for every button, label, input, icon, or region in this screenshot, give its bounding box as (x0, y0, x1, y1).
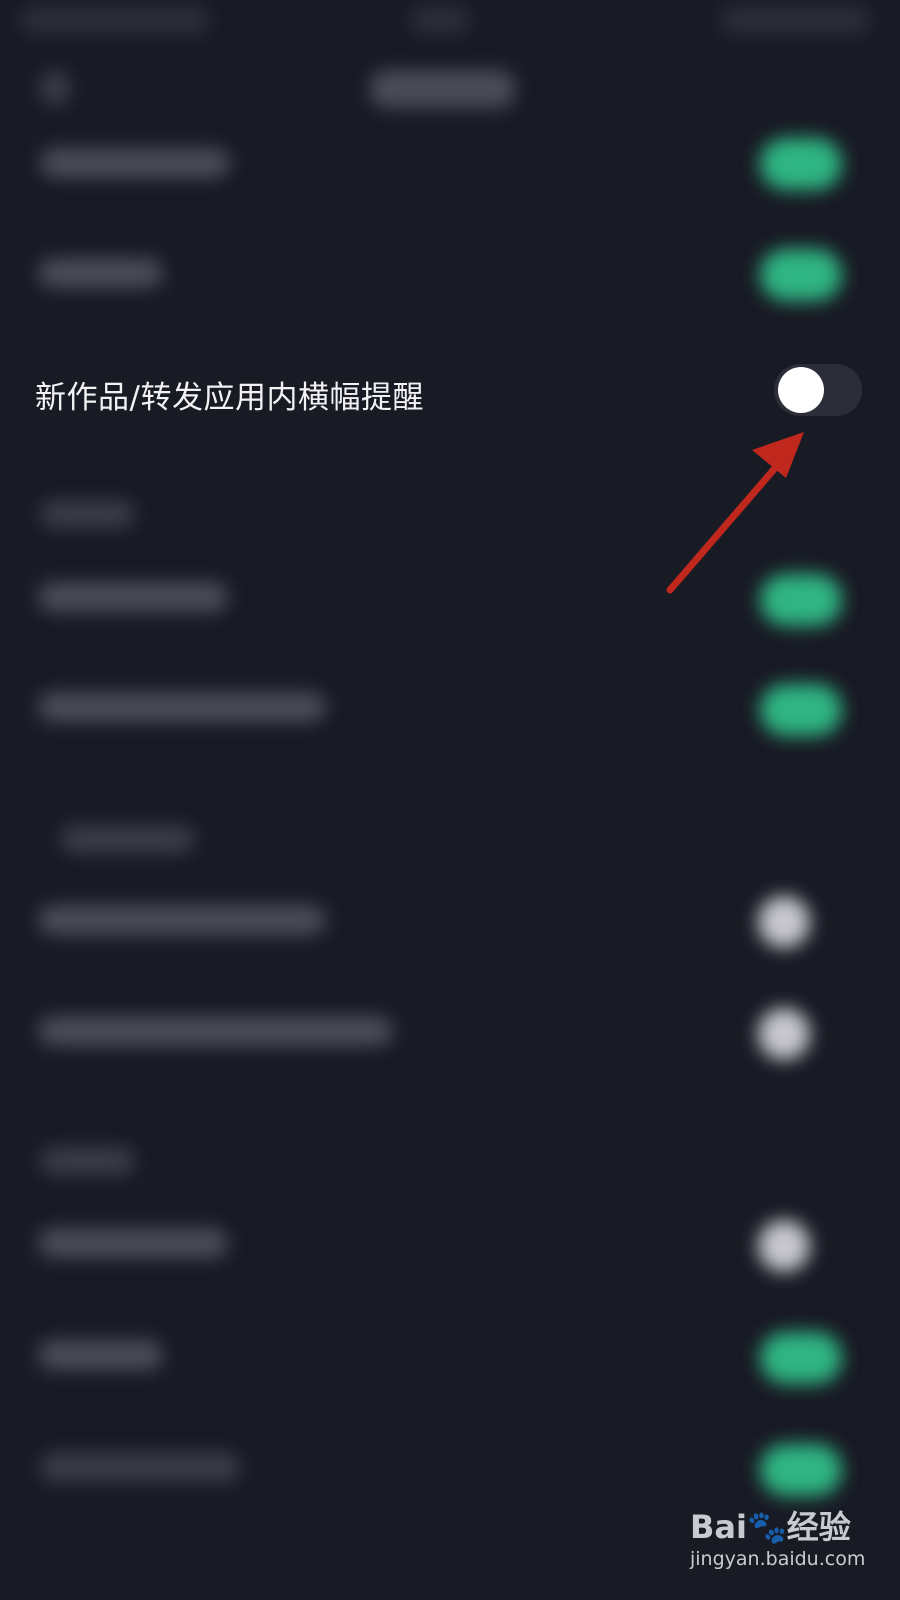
watermark-brand: Bai🐾经验 (690, 1508, 851, 1546)
setting-row-banner-reminder[interactable]: 新作品/转发应用内横幅提醒 (0, 350, 900, 440)
setting-row-label-blur (38, 1016, 393, 1046)
setting-row-label-blur (40, 148, 230, 178)
setting-toggle-blur (760, 1444, 842, 1496)
section-header-blur (40, 500, 135, 528)
status-bar-center-blur (410, 6, 470, 34)
setting-toggle-off-blur (758, 1008, 810, 1060)
setting-toggle-blur (760, 574, 842, 626)
banner-reminder-toggle[interactable] (774, 364, 862, 416)
setting-toggle-blur (760, 684, 842, 736)
page-title-blur (370, 70, 515, 108)
status-bar-left-blur (20, 6, 210, 34)
setting-label: 新作品/转发应用内横幅提醒 (35, 380, 424, 416)
setting-toggle-off-blur (758, 1220, 810, 1272)
setting-row-label-blur (38, 905, 326, 935)
section-header-blur (40, 1147, 135, 1175)
setting-toggle-blur (760, 1332, 842, 1384)
setting-toggle-blur (760, 249, 842, 301)
blurred-background (0, 0, 900, 1600)
setting-toggle-off-blur (758, 896, 810, 948)
notification-settings-screen: 新作品/转发应用内横幅提醒 Bai🐾经验 jingyan.baidu.com (0, 0, 900, 1600)
status-bar-right-blur (720, 6, 870, 34)
setting-row-label-blur (38, 258, 163, 288)
back-icon-blur (40, 70, 70, 106)
section-header-blur (60, 825, 195, 853)
setting-row-label-blur (38, 692, 326, 722)
setting-row-label-blur (38, 582, 228, 612)
watermark-url: jingyan.baidu.com (690, 1548, 866, 1570)
toggle-knob (778, 367, 824, 413)
setting-row-label-blur (38, 1228, 228, 1258)
baidu-jingyan-watermark: Bai🐾经验 jingyan.baidu.com (690, 1502, 890, 1592)
setting-row-label-blur (38, 1340, 163, 1370)
setting-toggle-blur (760, 138, 842, 190)
setting-row-label-blur (40, 1452, 240, 1482)
